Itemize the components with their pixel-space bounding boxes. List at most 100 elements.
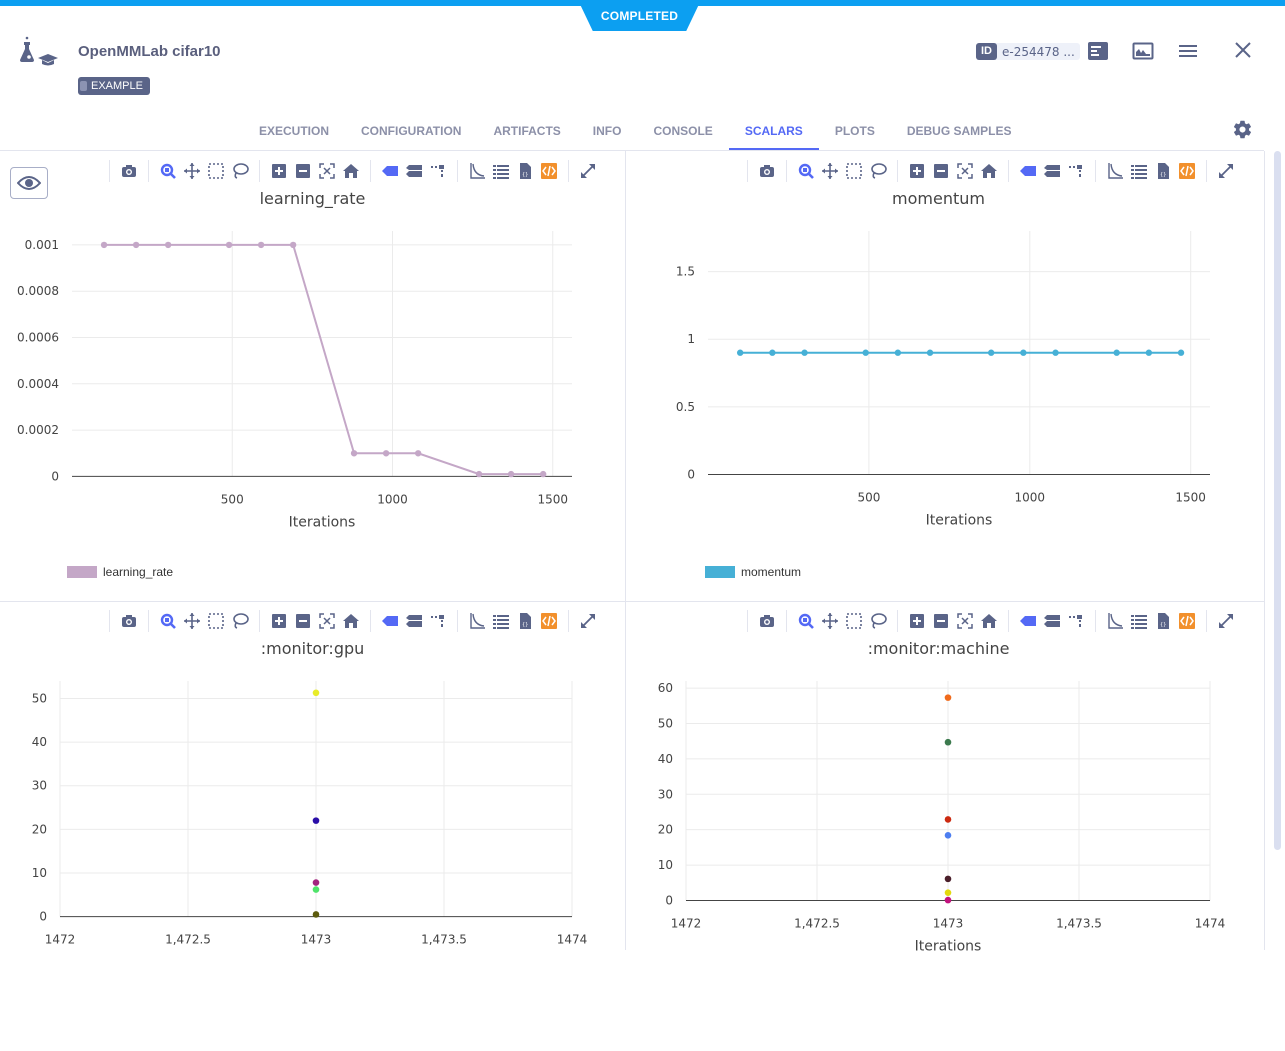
pan-icon[interactable] bbox=[818, 160, 842, 182]
tab-bar: EXECUTION CONFIGURATION ARTIFACTS INFO C… bbox=[243, 112, 1028, 150]
chart-legend[interactable]: learning_rate bbox=[67, 565, 173, 579]
box-select-icon[interactable] bbox=[842, 160, 866, 182]
reset-axes-icon[interactable] bbox=[977, 160, 1001, 182]
zoom-in-icon[interactable] bbox=[905, 610, 929, 632]
zoom-icon[interactable] bbox=[156, 160, 180, 182]
box-select-icon[interactable] bbox=[204, 160, 228, 182]
zoom-icon[interactable] bbox=[156, 610, 180, 632]
hover-closest-icon[interactable] bbox=[378, 160, 402, 182]
tab-debug-samples[interactable]: DEBUG SAMPLES bbox=[891, 112, 1028, 150]
log-scale-icon[interactable] bbox=[1103, 160, 1127, 182]
pan-icon[interactable] bbox=[180, 160, 204, 182]
download-json-icon[interactable]: {} bbox=[1151, 610, 1175, 632]
monitor-gpu-chart[interactable]: 14721,472.514731,473.5147401020304050Ite… bbox=[0, 651, 625, 951]
reset-axes-icon[interactable] bbox=[339, 160, 363, 182]
tab-artifacts[interactable]: ARTIFACTS bbox=[477, 112, 576, 150]
download-json-icon[interactable]: {} bbox=[1151, 160, 1175, 182]
maximize-icon[interactable] bbox=[576, 160, 600, 182]
embed-code-icon[interactable] bbox=[1175, 160, 1199, 182]
tab-plots[interactable]: PLOTS bbox=[819, 112, 891, 150]
log-scale-icon[interactable] bbox=[1103, 610, 1127, 632]
tab-execution[interactable]: EXECUTION bbox=[243, 112, 345, 150]
zoom-out-icon[interactable] bbox=[291, 610, 315, 632]
table-view-icon[interactable] bbox=[489, 610, 513, 632]
close-icon[interactable] bbox=[1232, 41, 1254, 61]
zoom-icon[interactable] bbox=[794, 160, 818, 182]
reset-axes-icon[interactable] bbox=[977, 610, 1001, 632]
data-point bbox=[926, 349, 934, 356]
autoscale-icon[interactable] bbox=[953, 160, 977, 182]
embed-code-icon[interactable] bbox=[537, 610, 561, 632]
vertical-scrollbar[interactable] bbox=[1274, 151, 1281, 850]
monitor-machine-chart[interactable]: 1472 1,472.5 1473 1,473.5 1474 0 10 20 30 40 50 60 I… bbox=[626, 651, 1251, 951]
data-point bbox=[257, 241, 265, 249]
experiment-id[interactable]: ID e-254478 ... bbox=[976, 43, 1080, 60]
lasso-select-icon[interactable] bbox=[228, 610, 252, 632]
maximize-icon[interactable] bbox=[1214, 160, 1238, 182]
x-axis-label: Iterations bbox=[289, 514, 356, 530]
autoscale-icon[interactable] bbox=[315, 160, 339, 182]
embed-code-icon[interactable] bbox=[1175, 610, 1199, 632]
zoom-out-icon[interactable] bbox=[929, 610, 953, 632]
zoom-in-icon[interactable] bbox=[267, 160, 291, 182]
hover-closest-icon[interactable] bbox=[1016, 160, 1040, 182]
box-select-icon[interactable] bbox=[204, 610, 228, 632]
tab-scalars[interactable]: SCALARS bbox=[728, 112, 819, 150]
spike-lines-icon[interactable] bbox=[1064, 610, 1088, 632]
table-view-icon[interactable] bbox=[489, 160, 513, 182]
lasso-select-icon[interactable] bbox=[866, 610, 890, 632]
hover-compare-icon[interactable] bbox=[402, 610, 426, 632]
example-tag[interactable]: EXAMPLE bbox=[78, 77, 150, 95]
log-scale-icon[interactable] bbox=[465, 160, 489, 182]
camera-icon[interactable] bbox=[755, 610, 779, 632]
log-scale-icon[interactable] bbox=[465, 610, 489, 632]
learning-rate-chart[interactable]: 500 1000 1500 0 0.0002 0.0004 0.0006 0.0008 0.00… bbox=[0, 201, 625, 601]
details-panel-icon[interactable] bbox=[1087, 41, 1109, 61]
pan-icon[interactable] bbox=[818, 610, 842, 632]
menu-icon[interactable] bbox=[1177, 41, 1199, 61]
zoom-icon[interactable] bbox=[794, 610, 818, 632]
tab-console[interactable]: CONSOLE bbox=[637, 112, 728, 150]
zoom-out-icon[interactable] bbox=[929, 160, 953, 182]
reset-axes-icon[interactable] bbox=[339, 610, 363, 632]
table-view-icon[interactable] bbox=[1127, 160, 1151, 182]
results-view-icon[interactable] bbox=[1132, 41, 1154, 61]
lasso-select-icon[interactable] bbox=[866, 160, 890, 182]
lasso-select-icon[interactable] bbox=[228, 160, 252, 182]
embed-code-icon[interactable] bbox=[537, 160, 561, 182]
hover-closest-icon[interactable] bbox=[1016, 610, 1040, 632]
hover-compare-icon[interactable] bbox=[1040, 160, 1064, 182]
pan-icon[interactable] bbox=[180, 610, 204, 632]
zoom-in-icon[interactable] bbox=[905, 160, 929, 182]
hover-compare-icon[interactable] bbox=[402, 160, 426, 182]
data-point bbox=[132, 241, 140, 249]
tab-info[interactable]: INFO bbox=[577, 112, 638, 150]
plot-toolbar: {} bbox=[102, 609, 600, 633]
data-point bbox=[944, 832, 952, 839]
download-json-icon[interactable]: {} bbox=[513, 160, 537, 182]
hover-closest-icon[interactable] bbox=[378, 610, 402, 632]
settings-gear-icon[interactable] bbox=[1232, 119, 1253, 140]
box-select-icon[interactable] bbox=[842, 610, 866, 632]
maximize-icon[interactable] bbox=[1214, 610, 1238, 632]
spike-lines-icon[interactable] bbox=[1064, 160, 1088, 182]
table-view-icon[interactable] bbox=[1127, 610, 1151, 632]
tab-configuration[interactable]: CONFIGURATION bbox=[345, 112, 477, 150]
autoscale-icon[interactable] bbox=[953, 610, 977, 632]
hover-compare-icon[interactable] bbox=[1040, 610, 1064, 632]
zoom-in-icon[interactable] bbox=[267, 610, 291, 632]
spike-lines-icon[interactable] bbox=[426, 160, 450, 182]
maximize-icon[interactable] bbox=[576, 610, 600, 632]
download-json-icon[interactable]: {} bbox=[513, 610, 537, 632]
spike-lines-icon[interactable] bbox=[426, 610, 450, 632]
momentum-chart[interactable]: 500 1000 1500 0 0.5 1 1.5 Iterations bbox=[626, 201, 1251, 601]
zoom-out-icon[interactable] bbox=[291, 160, 315, 182]
x-tick-label: 1000 bbox=[377, 492, 408, 506]
autoscale-icon[interactable] bbox=[315, 610, 339, 632]
chart-legend[interactable]: momentum bbox=[705, 565, 801, 579]
toolbar-separator bbox=[109, 160, 110, 182]
camera-icon[interactable] bbox=[117, 160, 141, 182]
y-tick-label: 20 bbox=[658, 823, 673, 837]
camera-icon[interactable] bbox=[755, 160, 779, 182]
camera-icon[interactable] bbox=[117, 610, 141, 632]
